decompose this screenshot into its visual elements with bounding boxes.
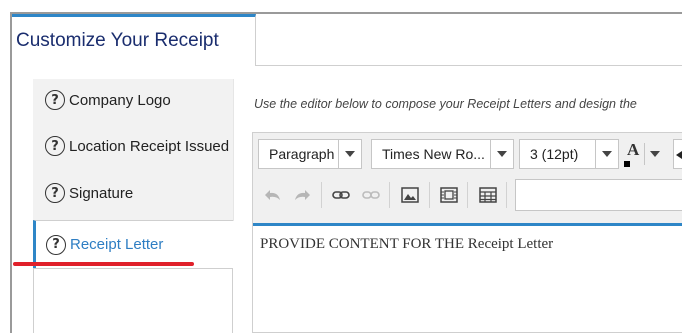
toolbar-separator — [321, 182, 322, 208]
help-circle-icon[interactable]: ? — [46, 234, 66, 255]
sidebar-divider — [233, 79, 234, 221]
text-color-icon[interactable]: A — [622, 139, 644, 169]
editor-content[interactable]: PROVIDE CONTENT FOR THE Receipt Letter — [260, 236, 553, 253]
toolbar-separator — [389, 182, 390, 208]
video-icon[interactable] — [437, 183, 461, 207]
background-color-button[interactable] — [673, 139, 682, 169]
help-circle-icon[interactable]: ? — [45, 183, 65, 203]
font-size-select-value: 3 (12pt) — [530, 146, 579, 162]
format-select[interactable]: Paragraph — [258, 139, 362, 169]
sidebar-item-label: Signature — [69, 184, 134, 202]
redo-icon[interactable] — [290, 183, 314, 207]
table-icon[interactable] — [476, 183, 500, 207]
undo-icon[interactable] — [261, 183, 285, 207]
sidebar-item-label: Location Receipt Issued — [69, 137, 230, 155]
sidebar-item-location-receipt-issued[interactable]: ? Location Receipt Issued — [33, 123, 233, 169]
format-select-value: Paragraph — [269, 146, 335, 162]
chevron-down-icon[interactable] — [595, 140, 618, 168]
link-icon[interactable] — [329, 183, 353, 207]
header-divider — [256, 65, 682, 66]
editor-instructions: Use the editor below to compose your Rec… — [254, 97, 637, 111]
highlight-underline — [13, 262, 194, 266]
toolbar-separator — [467, 182, 468, 208]
help-circle-icon[interactable]: ? — [45, 136, 65, 156]
page-title: Customize Your Receipt — [16, 30, 219, 51]
sidebar-item-signature[interactable]: ? Signature — [33, 170, 233, 216]
image-icon[interactable] — [398, 183, 422, 207]
text-color-button[interactable]: A — [622, 139, 666, 169]
chevron-down-icon[interactable] — [490, 140, 513, 168]
toolbar-separator — [506, 182, 507, 208]
sidebar-item-receipt-letter[interactable]: ? Receipt Letter — [33, 220, 233, 268]
toolbar-input[interactable] — [515, 179, 682, 211]
sidebar-item-company-logo[interactable]: ? Company Logo — [33, 77, 233, 123]
sidebar-item-label: Company Logo — [69, 91, 171, 109]
help-circle-icon[interactable]: ? — [45, 90, 65, 110]
font-family-select[interactable]: Times New Ro... — [371, 139, 514, 169]
sidebar-item-label: Receipt Letter — [70, 236, 164, 253]
sidebar-empty-panel — [33, 268, 233, 333]
unlink-icon[interactable] — [359, 183, 383, 207]
editor-content-border — [253, 223, 682, 226]
chevron-down-icon[interactable] — [650, 151, 660, 157]
toolbar-separator — [429, 182, 430, 208]
font-size-select[interactable]: 3 (12pt) — [519, 139, 619, 169]
chevron-down-icon[interactable] — [338, 140, 361, 168]
font-family-select-value: Times New Ro... — [382, 146, 485, 162]
